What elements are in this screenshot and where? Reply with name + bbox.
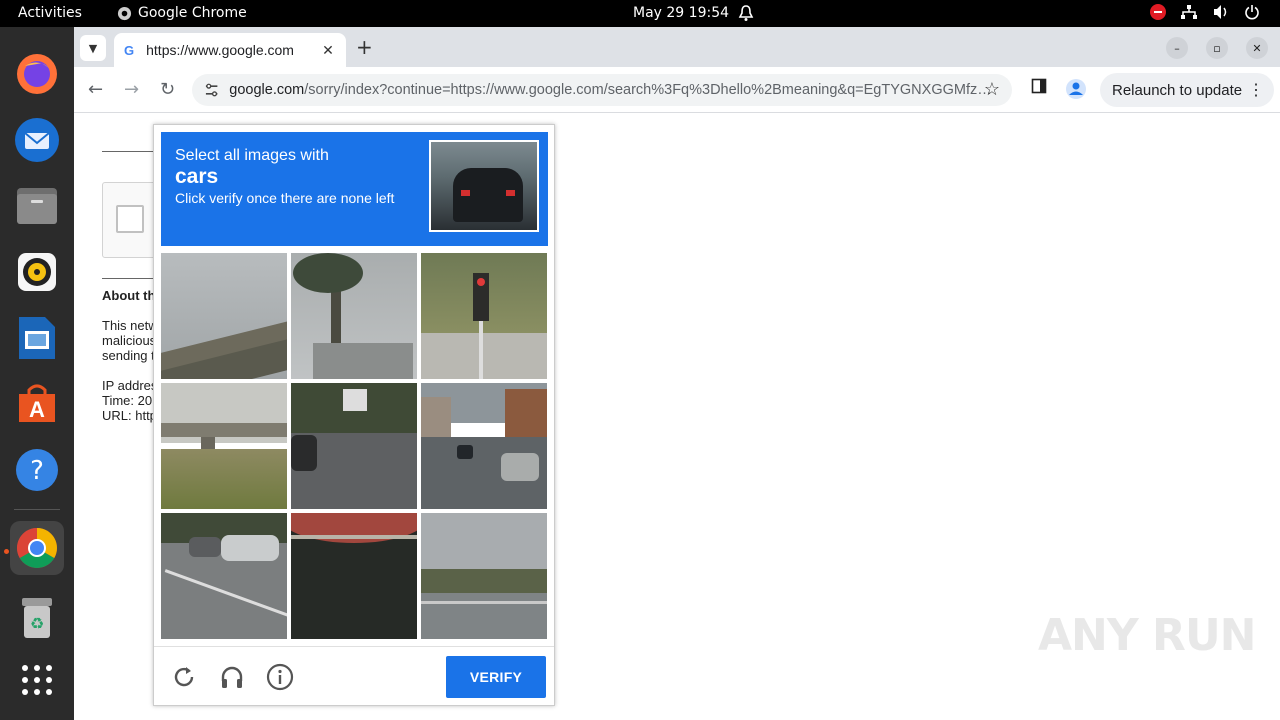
reload-challenge-icon[interactable] xyxy=(170,663,198,691)
address-bar[interactable]: google.com /sorry/index?continue=https:/… xyxy=(192,74,1012,106)
new-tab-icon[interactable]: + xyxy=(356,35,373,59)
chrome-icon[interactable] xyxy=(10,521,64,575)
do-not-disturb-icon[interactable] xyxy=(1150,4,1166,20)
network-icon[interactable] xyxy=(1180,4,1198,20)
verify-button[interactable]: VERIFY xyxy=(446,656,546,698)
info-icon[interactable] xyxy=(266,663,294,691)
relaunch-to-update-button[interactable]: Relaunch to update ⋮ xyxy=(1100,73,1274,107)
captcha-tile[interactable] xyxy=(161,513,287,639)
profile-avatar-icon[interactable] xyxy=(1065,78,1087,100)
volume-icon[interactable] xyxy=(1212,4,1230,20)
bell-icon[interactable] xyxy=(738,4,754,26)
chrome-app-icon xyxy=(117,6,132,20)
recaptcha-checkbox[interactable] xyxy=(116,205,144,233)
clock[interactable]: May 29 19:54 xyxy=(633,5,729,21)
recaptcha-checkbox-widget xyxy=(102,182,158,258)
url-domain: google.com xyxy=(229,82,305,98)
show-apps-icon[interactable] xyxy=(10,653,64,707)
tab-strip: ▼ G https://www.google.com ✕ + – ▫ ✕ xyxy=(74,27,1280,67)
captcha-tile[interactable] xyxy=(421,383,547,509)
svg-text:?: ? xyxy=(30,456,44,486)
captcha-tile[interactable] xyxy=(291,513,417,639)
app-menu[interactable]: Google Chrome xyxy=(117,5,247,21)
captcha-tile[interactable] xyxy=(421,513,547,639)
power-icon[interactable] xyxy=(1244,4,1260,20)
captcha-tile[interactable] xyxy=(291,253,417,379)
app-name: Google Chrome xyxy=(138,5,247,21)
rhythmbox-icon[interactable] xyxy=(10,245,64,299)
site-info-icon[interactable] xyxy=(204,82,219,98)
tab-google[interactable]: G https://www.google.com ✕ xyxy=(114,33,346,67)
tab-search-chevron-icon[interactable]: ▼ xyxy=(80,35,106,61)
image-grid xyxy=(161,253,548,639)
thunderbird-icon[interactable] xyxy=(10,113,64,167)
firefox-icon[interactable] xyxy=(10,47,64,101)
help-icon[interactable]: ? xyxy=(10,443,64,497)
target-keyword: cars xyxy=(175,165,219,188)
challenge-header: Select all images with cars Click verify… xyxy=(161,132,548,246)
instruction-subline: Click verify once there are none left xyxy=(175,190,395,206)
challenge-footer: VERIFY xyxy=(154,646,554,706)
captcha-tile[interactable] xyxy=(161,383,287,509)
tab-title: https://www.google.com xyxy=(146,42,294,58)
captcha-challenge: Select all images with cars Click verify… xyxy=(153,124,555,706)
instruction-line: Select all images with xyxy=(175,147,329,164)
maximize-icon[interactable]: ▫ xyxy=(1206,37,1228,59)
captcha-tile[interactable] xyxy=(291,383,417,509)
back-icon[interactable]: ← xyxy=(88,79,103,100)
reload-icon[interactable]: ↻ xyxy=(160,79,175,100)
about-heading: About th xyxy=(102,288,156,303)
dock: A ? ♻ xyxy=(0,27,74,720)
files-icon[interactable] xyxy=(10,179,64,233)
captcha-tile[interactable] xyxy=(421,253,547,379)
more-menu-icon[interactable]: ⋮ xyxy=(1248,80,1264,100)
close-window-icon[interactable]: ✕ xyxy=(1246,37,1268,59)
minimize-icon[interactable]: – xyxy=(1166,37,1188,59)
activities-button[interactable]: Activities xyxy=(18,5,82,21)
trash-icon[interactable]: ♻ xyxy=(10,591,64,645)
svg-text:♻: ♻ xyxy=(30,614,44,633)
anyrun-watermark: ANY RUN xyxy=(1038,610,1256,661)
relaunch-label: Relaunch to update xyxy=(1112,81,1243,99)
headphones-icon[interactable] xyxy=(218,663,246,691)
libreoffice-impress-icon[interactable] xyxy=(10,311,64,365)
sample-car-image xyxy=(429,140,539,232)
bookmark-star-icon[interactable]: ☆ xyxy=(984,79,1000,100)
tab-close-icon[interactable]: ✕ xyxy=(322,42,334,59)
captcha-tile[interactable] xyxy=(161,253,287,379)
side-panel-icon[interactable] xyxy=(1031,78,1047,94)
url-path: /sorry/index?continue=https://www.google… xyxy=(304,82,992,98)
app-center-icon[interactable]: A xyxy=(10,377,64,431)
system-tray[interactable] xyxy=(1150,4,1260,20)
google-favicon-icon: G xyxy=(124,42,135,58)
svg-text:A: A xyxy=(29,397,45,422)
system-top-bar: Activities Google Chrome May 29 19:54 xyxy=(0,0,1280,27)
browser-toolbar: ← → ↻ google.com /sorry/index?continue=h… xyxy=(74,67,1280,113)
forward-icon[interactable]: → xyxy=(124,79,139,100)
